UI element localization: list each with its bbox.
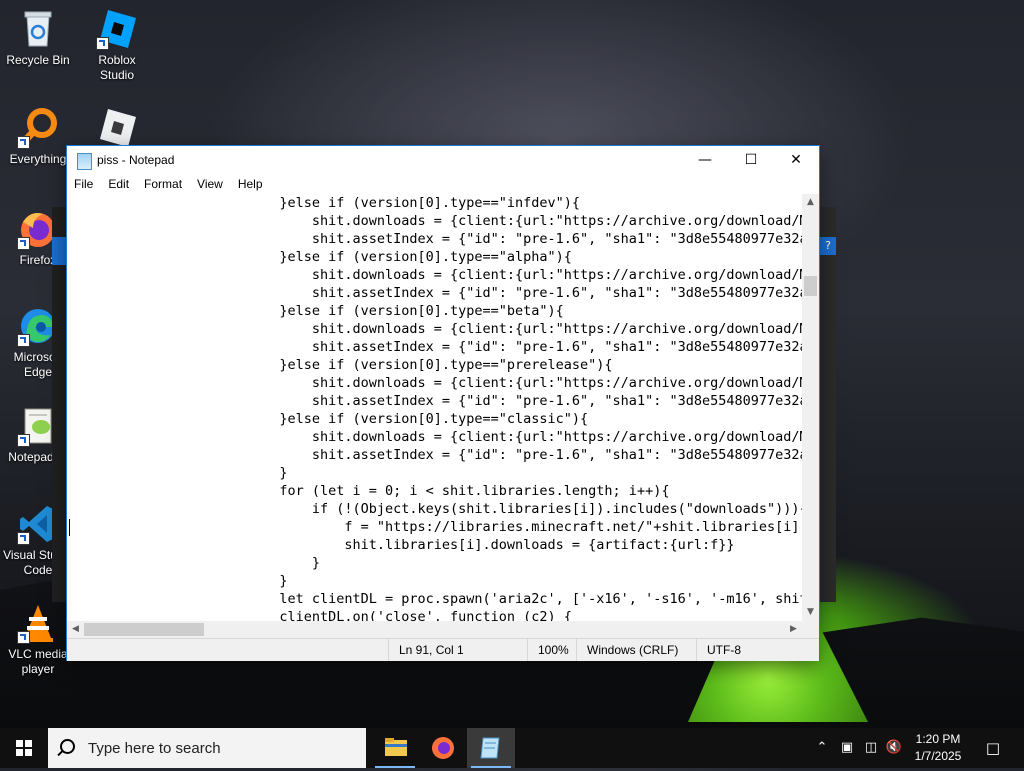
- clock-date: 1/7/2025: [914, 749, 962, 763]
- windows-logo-icon: [16, 740, 32, 756]
- network-icon[interactable]: ◫: [860, 728, 882, 768]
- minimize-button[interactable]: —: [682, 146, 728, 174]
- line-endings: Windows (CRLF): [576, 639, 697, 661]
- vertical-scrollbar[interactable]: ▲ ▼: [802, 194, 819, 621]
- desktop-icon-everything[interactable]: Everything: [1, 107, 75, 167]
- shortcut-arrow-icon: [17, 334, 30, 347]
- security-icon[interactable]: ▣: [836, 728, 858, 768]
- everything-search-icon: [17, 107, 59, 149]
- desktop-icon-label: Roblox Studio: [98, 53, 136, 82]
- notepad-icon: [77, 153, 92, 170]
- taskbar-file-explorer[interactable]: [371, 728, 419, 768]
- close-button[interactable]: ✕: [773, 146, 819, 174]
- taskbar-notepad[interactable]: [467, 728, 515, 768]
- search-placeholder: Type here to search: [88, 740, 221, 757]
- scroll-down-arrow-icon[interactable]: ▼: [802, 604, 819, 621]
- text-caret: [69, 519, 70, 536]
- window-title: piss - Notepad: [97, 153, 175, 167]
- shortcut-arrow-icon: [17, 136, 30, 149]
- shortcut-arrow-icon: [17, 237, 30, 250]
- maximize-button[interactable]: ☐: [728, 146, 774, 174]
- help-icon[interactable]: ?: [820, 237, 836, 255]
- horizontal-scrollbar[interactable]: ◀ ▶: [67, 621, 802, 638]
- cursor-position: Ln 91, Col 1: [388, 639, 528, 661]
- zoom-level: 100%: [527, 639, 578, 661]
- roblox-studio-icon: [96, 8, 138, 50]
- title-bar[interactable]: piss - Notepad — ☐ ✕: [67, 146, 819, 174]
- desktop-icon-recycle-bin[interactable]: Recycle Bin: [1, 8, 75, 68]
- scroll-up-arrow-icon[interactable]: ▲: [802, 194, 819, 211]
- roblox-icon: [96, 107, 138, 149]
- taskbar-firefox[interactable]: [419, 728, 467, 768]
- code-content[interactable]: }else if (version[0].type=="infdev"){ sh…: [68, 194, 802, 621]
- menu-bar: File Edit Format View Help: [67, 174, 819, 194]
- recycle-bin-icon: [17, 8, 59, 50]
- start-button[interactable]: [0, 728, 48, 768]
- horizontal-scroll-thumb[interactable]: [84, 623, 204, 636]
- menu-edit[interactable]: Edit: [101, 174, 137, 194]
- shortcut-arrow-icon: [17, 631, 30, 644]
- menu-view[interactable]: View: [190, 174, 231, 194]
- search-icon: [60, 739, 75, 754]
- firefox-icon: [432, 737, 454, 759]
- scroll-right-arrow-icon[interactable]: ▶: [785, 621, 802, 638]
- encoding: UTF-8: [696, 639, 817, 661]
- desktop-icon-label: Everything: [9, 152, 67, 166]
- taskbar: Type here to search ⌃ ▣ ◫ 🔇 1:20 PM 1/7/…: [0, 728, 1024, 768]
- volume-muted-icon[interactable]: 🔇: [883, 728, 905, 768]
- shortcut-arrow-icon: [17, 532, 30, 545]
- vlc-cone-icon: [17, 602, 59, 644]
- taskbar-clock[interactable]: 1:20 PM 1/7/2025: [905, 731, 971, 765]
- folder-icon: [385, 738, 407, 756]
- desktop-icon-roblox-studio[interactable]: Roblox Studio: [80, 8, 154, 83]
- shortcut-arrow-icon: [17, 434, 30, 447]
- notifications-icon[interactable]: □: [978, 728, 1008, 768]
- desktop-icon-vlc[interactable]: VLC media player: [1, 602, 75, 677]
- clock-time: 1:20 PM: [915, 732, 961, 746]
- vertical-scroll-thumb[interactable]: [804, 276, 817, 296]
- desktop-icon-label: VLC media player: [8, 647, 68, 676]
- notepad-icon: [480, 737, 500, 759]
- text-editor[interactable]: }else if (version[0].type=="infdev"){ sh…: [67, 194, 802, 621]
- taskbar-search-box[interactable]: Type here to search: [48, 728, 366, 768]
- status-bar: Ln 91, Col 1 100% Windows (CRLF) UTF-8: [67, 638, 819, 661]
- notepad-window[interactable]: piss - Notepad — ☐ ✕ File Edit Format Vi…: [67, 146, 819, 661]
- show-hidden-icons-chevron-icon[interactable]: ⌃: [812, 728, 832, 768]
- desktop-icon-label: Recycle Bin: [6, 53, 70, 67]
- scroll-left-arrow-icon[interactable]: ◀: [67, 621, 84, 638]
- menu-help[interactable]: Help: [231, 174, 271, 194]
- shortcut-arrow-icon: [96, 37, 109, 50]
- menu-file[interactable]: File: [67, 174, 101, 194]
- menu-format[interactable]: Format: [137, 174, 190, 194]
